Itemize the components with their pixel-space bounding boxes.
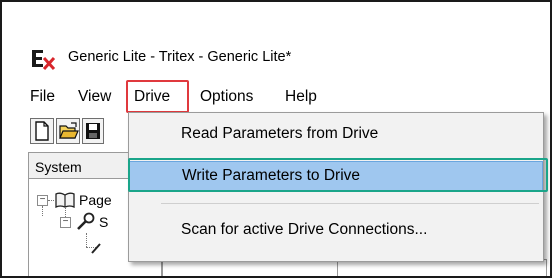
save-disk-icon	[86, 123, 100, 139]
write-parameters-highlight-box	[128, 158, 548, 192]
book-icon	[55, 192, 75, 209]
menu-item-label: Read Parameters from Drive	[181, 125, 379, 142]
menu-options[interactable]: Options	[200, 88, 253, 106]
open-button[interactable]	[56, 118, 80, 144]
menu-view[interactable]: View	[78, 88, 111, 106]
tree-collapse-toggle[interactable]: −	[60, 217, 71, 228]
new-button[interactable]	[30, 118, 54, 144]
sub-item-icon	[91, 243, 101, 254]
menu-item-label: Scan for active Drive Connections...	[181, 221, 428, 238]
menu-separator	[161, 203, 539, 204]
tree-connector	[65, 208, 66, 217]
drive-menu-highlight-box	[126, 80, 189, 113]
ex-logo-icon	[32, 50, 56, 70]
new-document-icon	[35, 121, 49, 141]
menu-bar: File View Drive Options Help	[2, 82, 550, 112]
open-folder-icon	[59, 122, 79, 139]
tree-item-page[interactable]: Page	[79, 192, 112, 208]
tree-collapse-toggle[interactable]: −	[37, 195, 48, 206]
tools-icon	[77, 212, 95, 230]
window-title: Generic Lite - Tritex - Generic Lite*	[68, 49, 292, 65]
tree-connector	[86, 233, 87, 247]
save-button[interactable]	[82, 118, 104, 144]
menu-help[interactable]: Help	[285, 88, 317, 106]
tree-connector	[42, 206, 43, 216]
tree-item-s[interactable]: S	[99, 214, 108, 230]
menu-file[interactable]: File	[30, 88, 55, 106]
title-bar: Generic Lite - Tritex - Generic Lite*	[2, 40, 550, 74]
screenshot-frame: Generic Lite - Tritex - Generic Lite* Fi…	[0, 0, 552, 278]
